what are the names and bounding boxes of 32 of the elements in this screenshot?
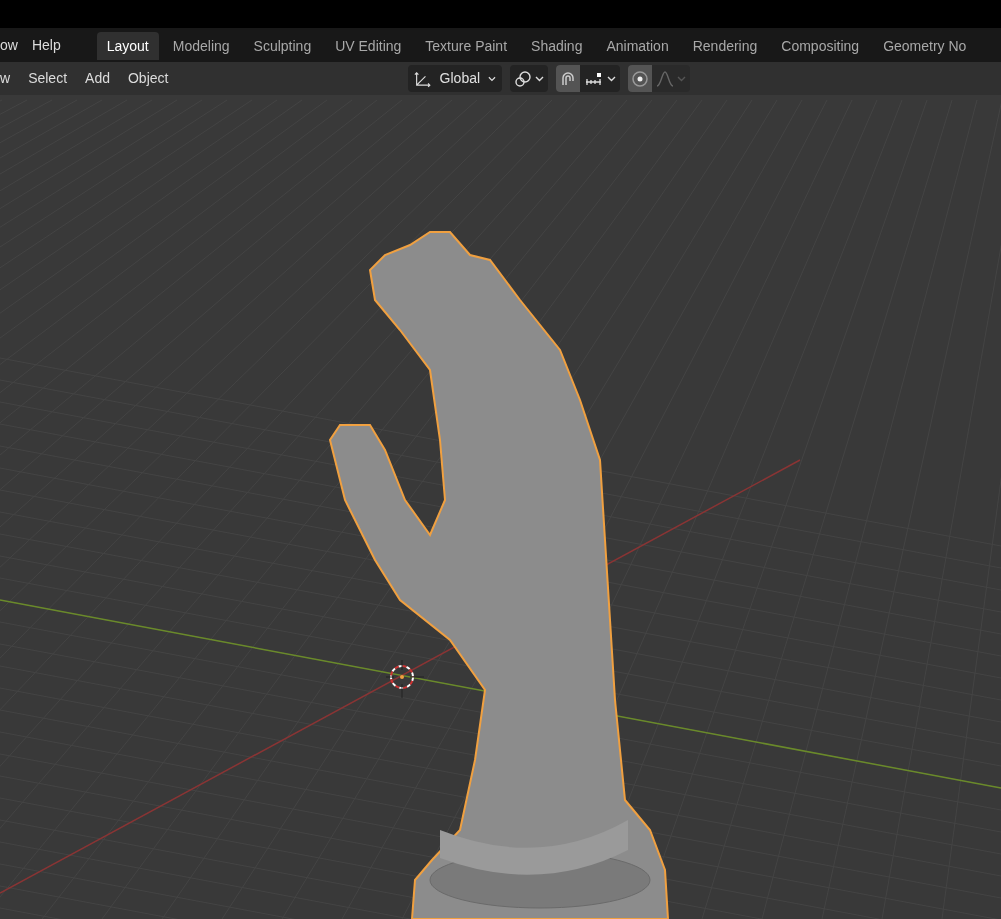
- workspace-tab[interactable]: Animation: [596, 32, 679, 60]
- target-circle-icon: [631, 69, 649, 88]
- magnet-icon: [560, 70, 576, 87]
- axes-icon: [414, 69, 432, 88]
- 3d-cursor-icon[interactable]: [385, 659, 425, 699]
- workspace-tab[interactable]: UV Editing: [325, 32, 412, 60]
- workspace-tab[interactable]: Rendering: [682, 32, 768, 60]
- menu-item[interactable]: Help: [31, 31, 75, 59]
- menu-item[interactable]: Object: [127, 65, 187, 92]
- workspace-tab[interactable]: Sculpting: [243, 32, 322, 60]
- caret-icon: [677, 75, 686, 82]
- caret-icon: [488, 75, 496, 82]
- pivot-dropdown[interactable]: [510, 65, 548, 92]
- caret-icon: [535, 75, 544, 82]
- workspace-tab[interactable]: Layout: [96, 32, 159, 60]
- increment-icon: [584, 71, 603, 86]
- hand-model-drawing[interactable]: [328, 231, 670, 919]
- workspace-tab[interactable]: Shading: [521, 32, 593, 60]
- curve-icon: [656, 70, 674, 87]
- workspace-tab[interactable]: Compositing: [771, 32, 870, 60]
- caret-icon: [606, 75, 616, 82]
- proportional-editing-toggle[interactable]: [628, 65, 652, 92]
- menu-item[interactable]: w: [0, 65, 29, 92]
- menu-item[interactable]: Add: [85, 65, 128, 92]
- menu-item[interactable]: ow: [0, 31, 32, 59]
- workspace-tab[interactable]: Modeling: [162, 32, 240, 60]
- snap-toggle[interactable]: [556, 65, 580, 92]
- menu-item[interactable]: Select: [28, 65, 86, 92]
- workspace-tab[interactable]: Geometry No: [873, 32, 977, 60]
- workspace-tab[interactable]: Texture Paint: [415, 32, 518, 60]
- linked-circles-icon: [514, 69, 532, 88]
- transform-orientation-dropdown[interactable]: Global: [408, 65, 502, 92]
